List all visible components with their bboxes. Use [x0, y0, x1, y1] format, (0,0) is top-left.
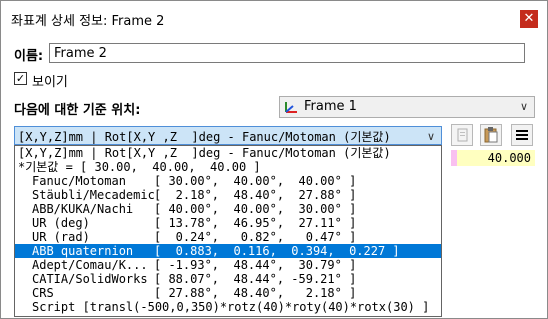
menu-button[interactable]	[511, 124, 533, 146]
frame-icon	[285, 102, 297, 113]
copy-button[interactable]	[451, 124, 473, 146]
frame-details-window: 좌표계 상세 정보: Frame 2 ✕ 이름: ✓ 보이기 다음에 대한 기준…	[0, 0, 548, 319]
pose-value-cell[interactable]: 40.000	[451, 150, 535, 166]
chevron-down-icon: ∨	[519, 100, 528, 113]
list-item-selected[interactable]: ABB quaternion[ 0.883, 0.116, 0.394, 0.2…	[15, 244, 441, 258]
visible-label: 보이기	[32, 75, 68, 90]
list-item[interactable]: UR (deg)[ 13.78°, 46.95°, 27.11° ]	[15, 216, 441, 230]
paste-icon	[484, 127, 498, 143]
list-item[interactable]: CATIA/SolidWorks[ 88.07°, 48.44°, -59.21…	[15, 272, 441, 286]
reference-label: 다음에 대한 기준 위치:	[14, 103, 141, 118]
menu-icon	[516, 130, 528, 140]
paste-button[interactable]	[480, 124, 502, 146]
name-input[interactable]	[49, 43, 525, 63]
window-title: 좌표계 상세 정보: Frame 2	[11, 14, 165, 29]
name-label: 이름:	[14, 49, 44, 64]
list-item-script[interactable]: Script [transl(-500,0,350)*rotz(40)*roty…	[15, 300, 441, 314]
list-item[interactable]: [X,Y,Z]mm | Rot[X,Y ,Z ]deg - Fanuc/Moto…	[15, 146, 441, 160]
close-icon: ✕	[523, 11, 535, 26]
list-item[interactable]: Adept/Comau/K...[ -1.93°, 48.44°, 30.79°…	[15, 258, 441, 272]
list-item[interactable]: ABB/KUKA/Nachi[ 40.00°, 40.00°, 30.00° ]	[15, 202, 441, 216]
pose-value: 40.000	[487, 151, 531, 165]
list-item[interactable]: UR (rad)[ 0.24°, 0.82°, 0.47° ]	[15, 230, 441, 244]
list-item[interactable]: Fanuc/Motoman[ 30.00°, 40.00°, 40.00° ]	[15, 174, 441, 188]
close-button[interactable]: ✕	[520, 10, 538, 28]
list-item[interactable]: CRS[ 27.88°, 48.40°, 2.18° ]	[15, 286, 441, 300]
value-cell-marker	[451, 150, 457, 166]
reference-frame-value: Frame 1	[304, 99, 357, 114]
pose-format-list[interactable]: [X,Y,Z]mm | Rot[X,Y ,Z ]deg - Fanuc/Moto…	[14, 145, 442, 317]
pose-format-value: [X,Y,Z]mm | Rot[X,Y ,Z ]deg - Fanuc/Moto…	[18, 130, 391, 144]
list-item[interactable]: Stäubli/Mecademic[ 2.18°, 48.40°, 27.88°…	[15, 188, 441, 202]
copy-icon	[457, 128, 468, 142]
visible-checkbox[interactable]: ✓	[14, 72, 27, 85]
reference-frame-dropdown[interactable]: Frame 1 ∨	[279, 96, 535, 118]
title-bar: 좌표계 상세 정보: Frame 2 ✕	[1, 1, 547, 37]
list-item[interactable]: *기본값 = [ 30.00, 40.00, 40.00 ]	[15, 160, 441, 174]
pose-format-dropdown[interactable]: [X,Y,Z]mm | Rot[X,Y ,Z ]deg - Fanuc/Moto…	[14, 126, 442, 145]
chevron-down-icon: ∨	[426, 130, 435, 143]
checkmark-icon: ✓	[15, 72, 26, 85]
